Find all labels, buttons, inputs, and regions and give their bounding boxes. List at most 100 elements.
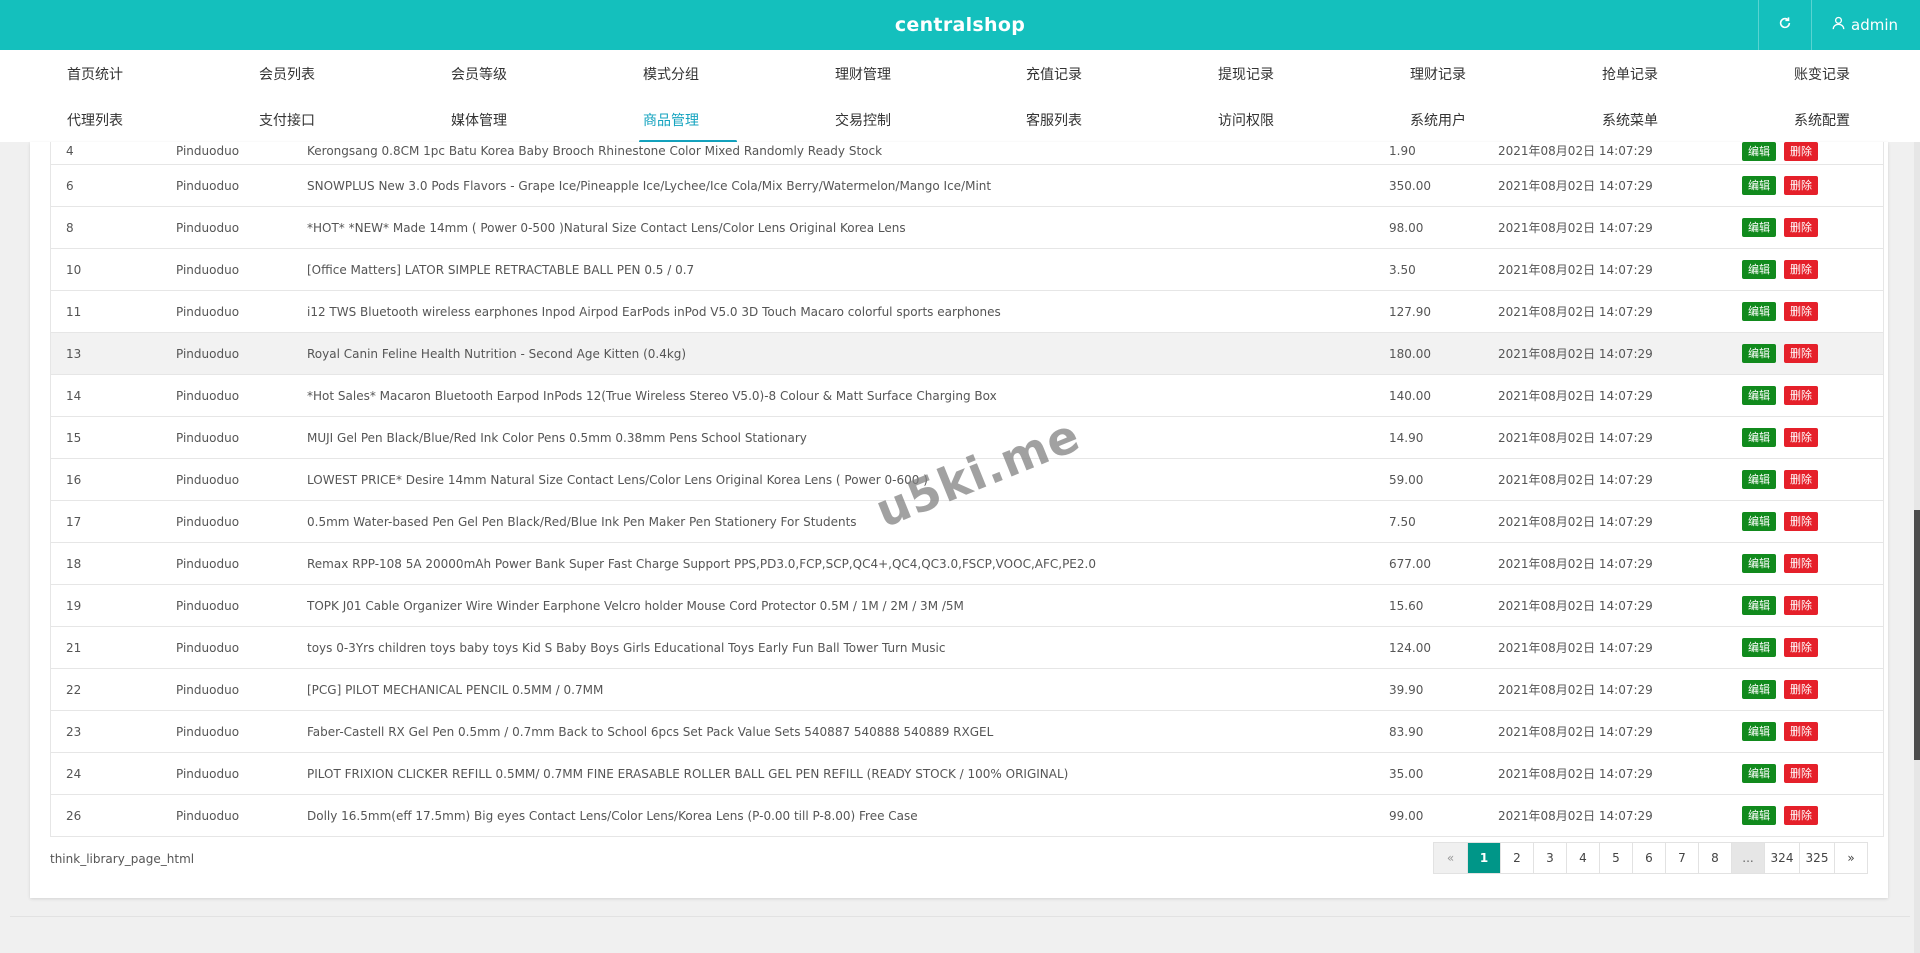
user-menu[interactable]: admin: [1811, 0, 1920, 50]
nav-item-trade-control[interactable]: 交易控制: [835, 96, 891, 142]
delete-button[interactable]: 删除: [1784, 386, 1818, 405]
cell-price: 35.00: [1389, 752, 1498, 795]
edit-button[interactable]: 编辑: [1742, 638, 1776, 657]
footer-divider: [10, 916, 1910, 917]
delete-button[interactable]: 删除: [1784, 302, 1818, 321]
pagination-page-2[interactable]: 2: [1500, 843, 1533, 873]
page-scrollbar[interactable]: [1914, 142, 1920, 953]
nav-item-withdraw[interactable]: 提现记录: [1218, 50, 1274, 96]
cell-product-name: i12 TWS Bluetooth wireless earphones Inp…: [307, 290, 1389, 333]
pagination-page-8[interactable]: 8: [1698, 843, 1731, 873]
nav-item-system-config[interactable]: 系统配置: [1794, 96, 1850, 142]
delete-button[interactable]: 删除: [1784, 764, 1818, 783]
delete-button[interactable]: 删除: [1784, 470, 1818, 489]
pagination-page-324[interactable]: 324: [1764, 843, 1799, 873]
cell-time: 2021年08月02日 14:07:29: [1498, 710, 1742, 753]
cell-source: Pinduoduo: [176, 416, 307, 459]
delete-button[interactable]: 删除: [1784, 344, 1818, 363]
delete-button[interactable]: 删除: [1784, 680, 1818, 699]
nav-item-mode-group[interactable]: 模式分组: [643, 50, 699, 96]
table-row: 19 Pinduoduo TOPK J01 Cable Organizer Wire…: [50, 584, 1884, 627]
pagination-page-4[interactable]: 4: [1566, 843, 1599, 873]
refresh-button[interactable]: [1758, 0, 1811, 50]
user-name: admin: [1851, 16, 1898, 34]
delete-button[interactable]: 删除: [1784, 428, 1818, 447]
delete-button[interactable]: 删除: [1784, 806, 1818, 825]
pagination-page-3[interactable]: 3: [1533, 843, 1566, 873]
delete-button[interactable]: 删除: [1784, 176, 1818, 195]
cell-time: 2021年08月02日 14:07:29: [1498, 332, 1742, 375]
cell-price: 14.90: [1389, 416, 1498, 459]
edit-button[interactable]: 编辑: [1742, 142, 1776, 161]
pagination-page-6[interactable]: 6: [1632, 843, 1665, 873]
pagination-page-7[interactable]: 7: [1665, 843, 1698, 873]
nav-item-goods[interactable]: 商品管理: [639, 96, 737, 143]
nav-item-support[interactable]: 客服列表: [1026, 96, 1082, 142]
cell-time: 2021年08月02日 14:07:29: [1498, 752, 1742, 795]
nav-item-system-users[interactable]: 系统用户: [1410, 96, 1466, 142]
pagination-page-5[interactable]: 5: [1599, 843, 1632, 873]
nav-item-finance[interactable]: 理财管理: [835, 50, 891, 96]
cell-price: 59.00: [1389, 458, 1498, 501]
pagination-prev[interactable]: «: [1434, 843, 1467, 873]
delete-button[interactable]: 删除: [1784, 554, 1818, 573]
edit-button[interactable]: 编辑: [1742, 344, 1776, 363]
cell-time: 2021年08月02日 14:07:29: [1498, 542, 1742, 585]
delete-button[interactable]: 删除: [1784, 596, 1818, 615]
nav-item-member-level[interactable]: 会员等级: [451, 50, 507, 96]
edit-button[interactable]: 编辑: [1742, 806, 1776, 825]
nav-item-finance-records[interactable]: 理财记录: [1410, 50, 1466, 96]
cell-id: 22: [50, 668, 176, 711]
edit-button[interactable]: 编辑: [1742, 218, 1776, 237]
cell-id: 18: [50, 542, 176, 585]
delete-button[interactable]: 删除: [1784, 638, 1818, 657]
cell-id: 16: [50, 458, 176, 501]
nav-item-grab-orders[interactable]: 抢单记录: [1602, 50, 1658, 96]
cell-product-name: Faber-Castell RX Gel Pen 0.5mm / 0.7mm B…: [307, 710, 1389, 753]
edit-button[interactable]: 编辑: [1742, 554, 1776, 573]
nav-item-agents[interactable]: 代理列表: [67, 96, 123, 142]
edit-button[interactable]: 编辑: [1742, 428, 1776, 447]
nav-item-media[interactable]: 媒体管理: [451, 96, 507, 142]
cell-time: 2021年08月02日 14:07:29: [1498, 500, 1742, 543]
edit-button[interactable]: 编辑: [1742, 680, 1776, 699]
cell-product-name: *Hot Sales* Macaron Bluetooth Earpod InP…: [307, 374, 1389, 417]
table-row: 22 Pinduoduo [PCG] PILOT MECHANICAL PENCIL…: [50, 668, 1884, 711]
edit-button[interactable]: 编辑: [1742, 596, 1776, 615]
pagination-page-1[interactable]: 1: [1467, 843, 1500, 873]
edit-button[interactable]: 编辑: [1742, 176, 1776, 195]
edit-button[interactable]: 编辑: [1742, 470, 1776, 489]
edit-button[interactable]: 编辑: [1742, 722, 1776, 741]
scrollbar-thumb[interactable]: [1914, 510, 1920, 760]
table-row: 24 Pinduoduo PILOT FRIXION CLICKER REFILL …: [50, 752, 1884, 795]
delete-button[interactable]: 删除: [1784, 260, 1818, 279]
nav-item-system-menu[interactable]: 系统菜单: [1602, 96, 1658, 142]
cell-price: 15.60: [1389, 584, 1498, 627]
edit-button[interactable]: 编辑: [1742, 302, 1776, 321]
nav-item-balance-changes[interactable]: 账变记录: [1794, 50, 1850, 96]
edit-button[interactable]: 编辑: [1742, 260, 1776, 279]
edit-button[interactable]: 编辑: [1742, 764, 1776, 783]
delete-button[interactable]: 删除: [1784, 722, 1818, 741]
edit-button[interactable]: 编辑: [1742, 512, 1776, 531]
delete-button[interactable]: 删除: [1784, 218, 1818, 237]
cell-id: 14: [50, 374, 176, 417]
goods-table: 4 Pinduoduo Kerongsang 0.8CM 1pc Batu Kore…: [50, 142, 1884, 837]
cell-actions: 编辑 删除: [1742, 500, 1884, 543]
pagination-page-325[interactable]: 325: [1799, 843, 1834, 873]
edit-button[interactable]: 编辑: [1742, 386, 1776, 405]
nav-item-recharge[interactable]: 充值记录: [1026, 50, 1082, 96]
cell-time: 2021年08月02日 14:07:29: [1498, 668, 1742, 711]
nav-item-payment[interactable]: 支付接口: [259, 96, 315, 142]
nav-item-access[interactable]: 访问权限: [1218, 96, 1274, 142]
refresh-icon: [1778, 16, 1792, 34]
delete-button[interactable]: 删除: [1784, 512, 1818, 531]
cell-time: 2021年08月02日 14:07:29: [1498, 416, 1742, 459]
delete-button[interactable]: 删除: [1784, 142, 1818, 161]
nav-item-dashboard[interactable]: 首页统计: [67, 50, 123, 96]
nav-item-member-list[interactable]: 会员列表: [259, 50, 315, 96]
cell-product-name: *HOT* *NEW* Made 14mm ( Power 0-500 )Nat…: [307, 206, 1389, 249]
pagination-next[interactable]: »: [1834, 843, 1867, 873]
cell-price: 140.00: [1389, 374, 1498, 417]
table-row: 13 Pinduoduo Royal Canin Feline Health Nut…: [50, 332, 1884, 375]
